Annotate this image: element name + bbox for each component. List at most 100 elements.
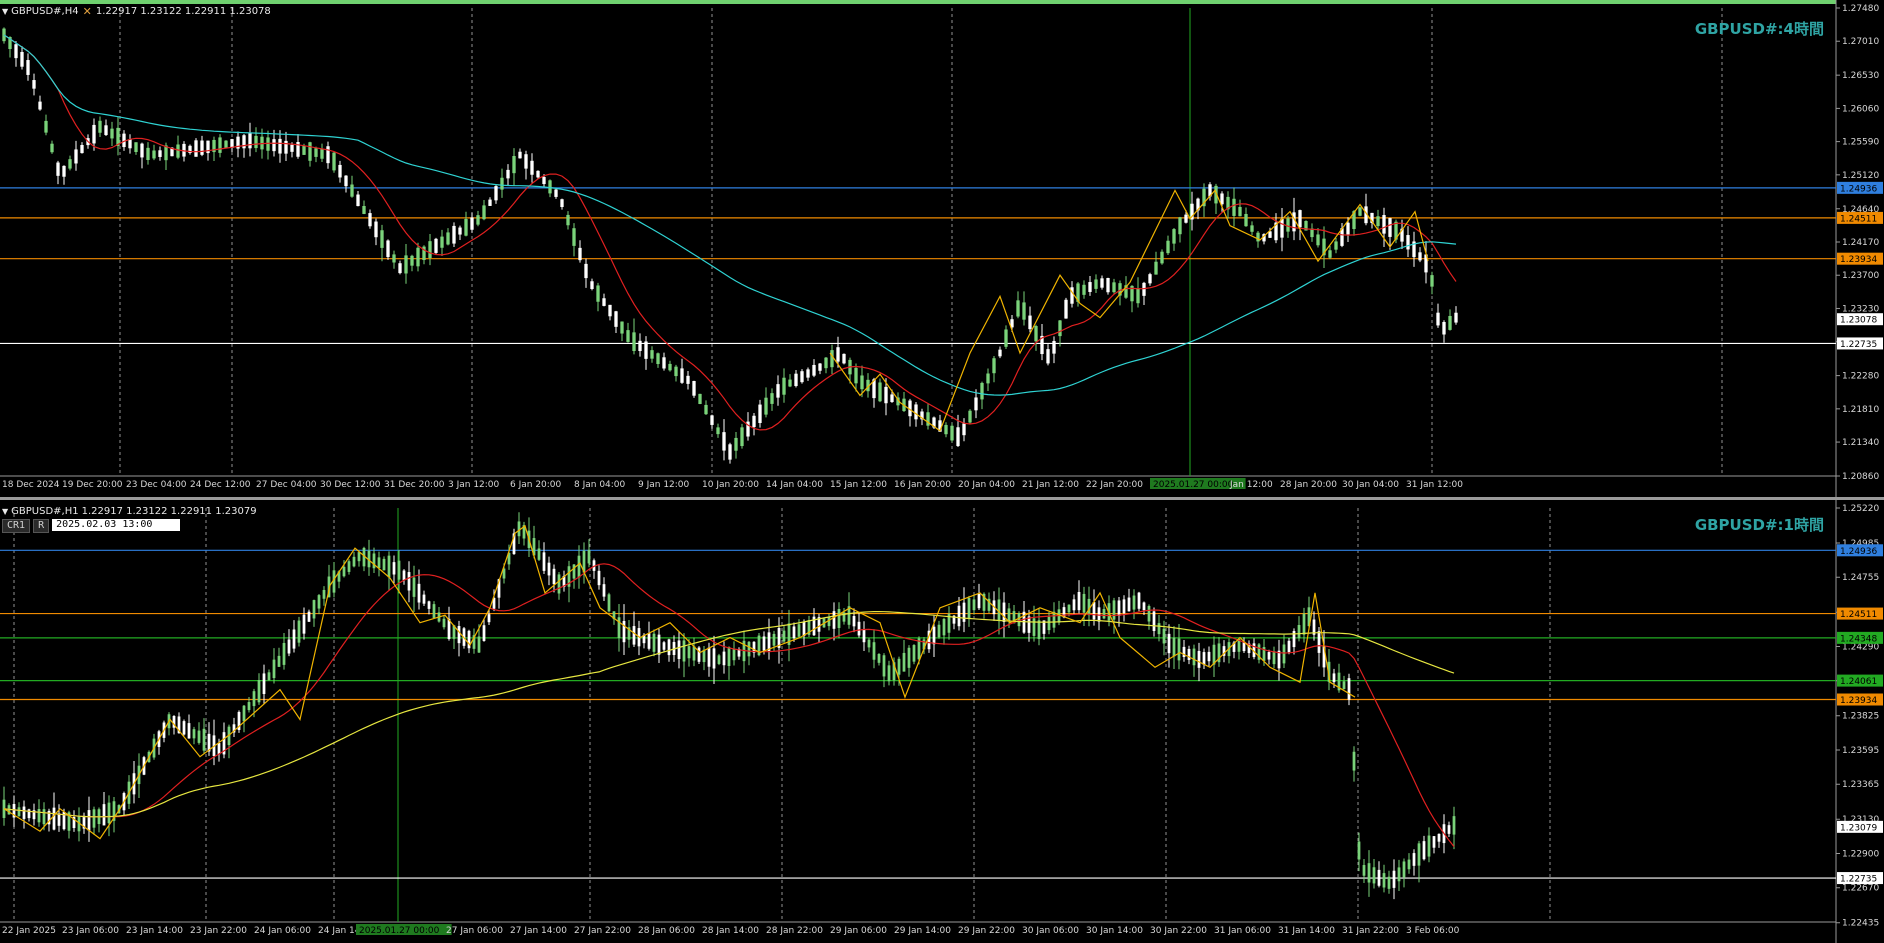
candle-body xyxy=(887,665,891,682)
candle-body xyxy=(644,341,648,359)
candle-body xyxy=(1377,869,1381,886)
candle-body xyxy=(1244,213,1248,227)
candle-body xyxy=(302,614,306,634)
candle-body xyxy=(617,617,621,639)
candle-body xyxy=(1142,602,1146,611)
candle-body xyxy=(857,621,861,636)
candle-body xyxy=(962,602,966,622)
candle-body xyxy=(638,340,642,352)
candle-body xyxy=(326,146,330,164)
candle-body xyxy=(1072,599,1076,611)
level-price-label: 1.24348 xyxy=(1840,634,1877,644)
time-tick-label: 23 Dec 04:00 xyxy=(126,480,187,490)
candle-body xyxy=(187,723,191,739)
price-tick-label: 1.20860 xyxy=(1842,472,1879,482)
candle-body xyxy=(1436,312,1440,326)
candle-body xyxy=(110,128,114,139)
candle-body xyxy=(482,205,486,220)
candle-body xyxy=(382,558,386,571)
price-chart-h1[interactable]: 1.252201.249851.247551.245201.242901.240… xyxy=(0,500,1884,943)
candle-body xyxy=(872,642,876,660)
candle-body xyxy=(230,139,234,148)
candle-body xyxy=(1417,843,1421,866)
candle-body xyxy=(962,423,966,436)
candle-body xyxy=(1147,605,1151,622)
candle-body xyxy=(584,263,588,279)
candle-body xyxy=(1082,593,1086,613)
candle-body xyxy=(62,165,66,177)
candle-body xyxy=(152,150,156,159)
candle-body xyxy=(217,743,221,755)
price-tick-label: 1.25590 xyxy=(1842,138,1879,148)
price-chart-h4[interactable]: 1.27480 1.27010 1.26530 1.26060 1.25590 1.251… xyxy=(0,0,1884,497)
candle-body xyxy=(494,186,498,201)
datetime-field[interactable]: 2025.02.03 13:00 xyxy=(52,519,181,531)
candle-body xyxy=(320,148,324,159)
candle-body xyxy=(1407,859,1411,870)
candle-body xyxy=(1297,625,1301,639)
candle-body xyxy=(1184,214,1188,223)
candle-body xyxy=(577,555,581,578)
candle-body xyxy=(57,813,61,826)
moving-average-fast xyxy=(3,34,1457,431)
price-tick-label: 1.25120 xyxy=(1842,171,1879,181)
price-tick-label: 1.21810 xyxy=(1842,405,1879,415)
candle-body xyxy=(282,642,286,665)
candle-body xyxy=(707,647,711,667)
collapse-arrow-icon[interactable]: ▼ xyxy=(2,7,8,16)
candle-body xyxy=(128,139,132,149)
candle-body xyxy=(482,625,486,641)
candle-body xyxy=(902,652,906,672)
candle-body xyxy=(74,149,78,164)
candle-body xyxy=(682,640,686,662)
candle-body xyxy=(290,144,294,152)
candle-body xyxy=(192,729,196,739)
candle-body xyxy=(607,594,611,612)
level-price-label: 1.24511 xyxy=(1840,214,1877,224)
cr1-button[interactable]: CR1 xyxy=(2,519,31,533)
candle-body xyxy=(56,162,60,176)
candle-body xyxy=(647,633,651,649)
candle-body xyxy=(782,630,786,642)
time-tick-label: 27 Jan 14:00 xyxy=(510,926,567,936)
candle-body xyxy=(32,80,36,89)
candle-body xyxy=(1112,600,1116,620)
candle-body xyxy=(488,199,492,206)
current-price-label: 1.23079 xyxy=(1840,823,1877,833)
level-price-label: 1.23934 xyxy=(1840,696,1877,706)
r-button[interactable]: R xyxy=(33,519,50,533)
candle-body xyxy=(287,639,291,654)
candle-body xyxy=(52,807,56,830)
candle-body xyxy=(1136,288,1140,304)
candle-body xyxy=(632,332,636,352)
chart-pane-h1[interactable]: 1.252201.249851.247551.245201.242901.240… xyxy=(0,500,1884,943)
candle-body xyxy=(776,384,780,398)
time-marker-label: 2025.01.27 00:00 xyxy=(1153,480,1234,490)
candle-body xyxy=(602,298,606,306)
time-tick-label: 10 Jan 20:00 xyxy=(702,480,759,490)
candle-body xyxy=(1028,315,1032,330)
time-tick-label: 28 Jan 14:00 xyxy=(702,926,759,936)
candle-body xyxy=(252,691,256,707)
candle-body xyxy=(254,135,258,149)
candle-body xyxy=(317,595,321,609)
candle-body xyxy=(1177,638,1181,661)
candle-body xyxy=(1430,275,1434,287)
candle-body xyxy=(950,425,954,441)
candle-body xyxy=(932,626,936,645)
price-tick-label: 1.26060 xyxy=(1842,104,1879,114)
candle-body xyxy=(80,144,84,154)
level-price-label: 1.24936 xyxy=(1840,547,1877,557)
candle-body xyxy=(102,804,106,826)
candle-body xyxy=(518,151,522,159)
time-tick-label: 31 Jan 14:00 xyxy=(1278,926,1335,936)
candle-body xyxy=(732,649,736,661)
time-tick-label: 31 Dec 20:00 xyxy=(384,480,445,490)
collapse-arrow-icon[interactable]: ▼ xyxy=(2,507,8,516)
candle-body xyxy=(818,363,822,371)
chart-title-h1: GBPUSD#:1時間 xyxy=(1694,516,1824,534)
time-tick-label: 30 Jan 06:00 xyxy=(1022,926,1079,936)
price-tick-label: 1.23595 xyxy=(1842,746,1879,756)
chart-pane-h4[interactable]: 1.27480 1.27010 1.26530 1.26060 1.25590 1.251… xyxy=(0,0,1884,497)
candle-body xyxy=(1454,312,1458,323)
